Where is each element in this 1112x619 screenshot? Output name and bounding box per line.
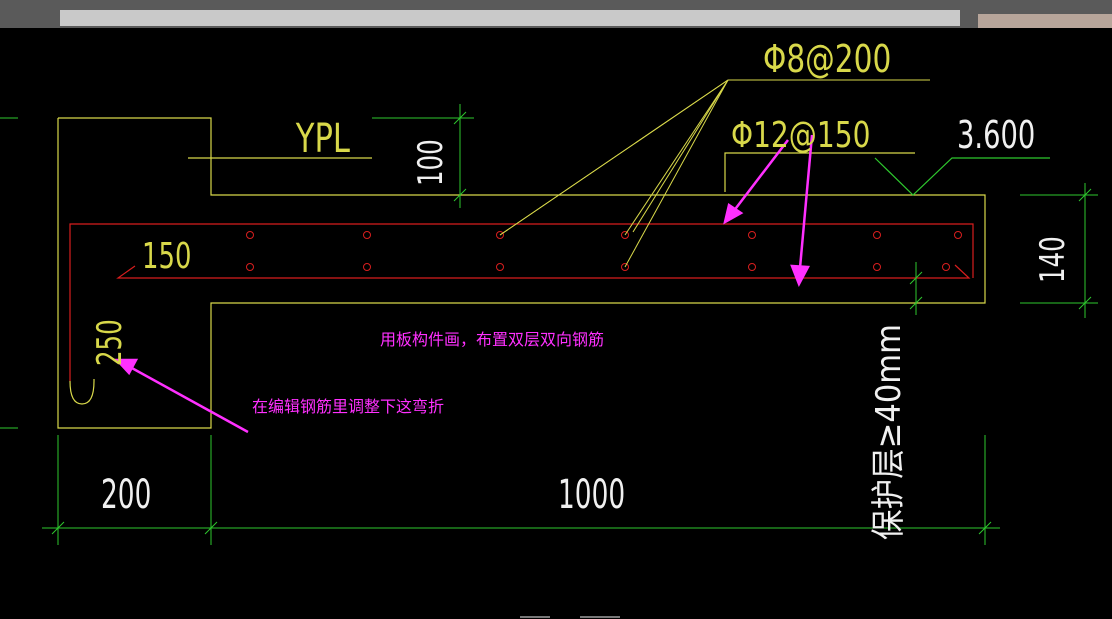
dim-250-text: 250 <box>90 319 129 366</box>
elevation-text: 3.600 <box>957 112 1035 157</box>
elevation-triangle <box>874 157 1050 196</box>
magenta-arrow <box>723 202 744 225</box>
magenta-arrows <box>114 134 814 434</box>
callout-phi12: Φ12@150 <box>731 114 870 156</box>
window-title-text <box>2 12 42 28</box>
toolbar-strip <box>60 10 960 26</box>
dim-100-text: 100 <box>411 139 450 186</box>
magenta-arrow <box>129 365 249 434</box>
toolbar-tab[interactable] <box>978 14 1112 28</box>
rebar-dot <box>496 263 504 271</box>
rebar-dot <box>246 231 254 239</box>
member-label-ypl: YPL <box>295 115 350 161</box>
rebar-dot <box>954 231 962 239</box>
magenta-arrow <box>790 264 811 288</box>
dim-150-text: 150 <box>142 236 191 277</box>
cover-note-text: 保护层≥40mm <box>868 324 908 540</box>
rebar-dot <box>873 263 881 271</box>
rebar-dot <box>942 263 950 271</box>
callout-phi8: Φ8@200 <box>763 37 891 82</box>
cad-drawing-canvas[interactable]: YPL Φ8@200 Φ12@150 3.600 150 100 140 250… <box>0 28 1112 619</box>
rebar-dot <box>363 231 371 239</box>
rebar-dot <box>363 263 371 271</box>
rebar-dots <box>246 231 962 271</box>
leader-line <box>624 79 729 236</box>
leader-line <box>624 79 729 268</box>
note-slab-rebar: 用板构件画，布置双层双向钢筋 <box>380 330 604 349</box>
callout-leaders <box>499 79 930 268</box>
concrete-outline <box>57 117 986 429</box>
dim-200-text: 200 <box>101 471 151 517</box>
dimension-lines <box>0 104 1098 545</box>
note-edit-bend: 在编辑钢筋里调整下这弯折 <box>252 397 444 416</box>
rebar-dot <box>748 263 756 271</box>
hook-bend <box>69 379 95 405</box>
rebar-dot <box>748 231 756 239</box>
rebar-dot <box>246 263 254 271</box>
dim-1000-text: 1000 <box>558 471 625 517</box>
beam-and-slab-outline <box>57 117 986 429</box>
dim-140-text: 140 <box>1033 236 1072 283</box>
leader-line <box>632 79 729 233</box>
leader-line <box>499 79 729 236</box>
bottom-bar <box>116 264 971 279</box>
rebar-dot <box>873 231 881 239</box>
window-title-bar <box>0 0 1112 28</box>
